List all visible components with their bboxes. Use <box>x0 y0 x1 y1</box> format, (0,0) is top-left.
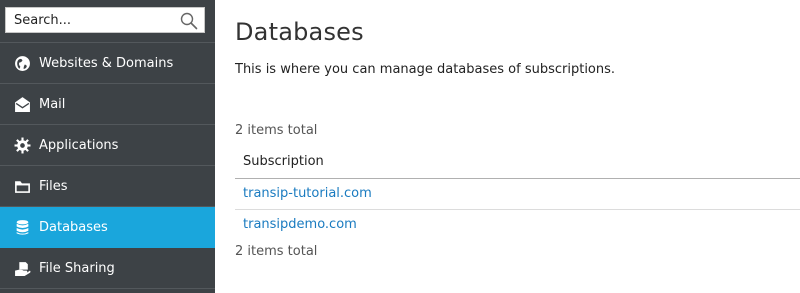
search-area <box>0 0 215 43</box>
database-icon <box>14 219 31 236</box>
items-total-top: 2 items total <box>235 123 318 138</box>
table-header-row: Subscription <box>235 146 800 179</box>
sidebar-item-label: Websites & Domains <box>39 55 174 71</box>
file-sharing-icon <box>14 260 31 277</box>
databases-table: Subscription transip-tutorial.com transi… <box>235 146 800 240</box>
table-row: transip-tutorial.com <box>235 178 800 210</box>
sidebar-item-label: Mail <box>39 96 66 112</box>
sidebar-item-files[interactable]: Files <box>0 166 215 207</box>
sidebar-item-websites-domains[interactable]: Websites & Domains <box>0 43 215 84</box>
search-icon[interactable] <box>179 11 199 31</box>
search-box <box>5 7 205 33</box>
search-input[interactable] <box>6 8 204 32</box>
folder-icon <box>14 178 31 195</box>
sidebar-item-label: Applications <box>39 137 119 153</box>
column-header-subscription[interactable]: Subscription <box>235 146 800 179</box>
sidebar-item-label: File Sharing <box>39 260 115 276</box>
table-cell: transipdemo.com <box>235 209 800 240</box>
sidebar-item-file-sharing[interactable]: File Sharing <box>0 248 215 289</box>
sidebar-item-label: Files <box>39 178 68 194</box>
sidebar-item-mail[interactable]: Mail <box>0 84 215 125</box>
gear-icon <box>14 137 31 154</box>
subscription-link[interactable]: transipdemo.com <box>243 217 357 232</box>
subscription-link[interactable]: transip-tutorial.com <box>243 186 372 201</box>
page-title: Databases <box>235 18 364 46</box>
table-row: transipdemo.com <box>235 209 800 240</box>
sidebar: Websites & Domains Mail Applications <box>0 0 215 293</box>
sidebar-item-label: Databases <box>39 219 108 235</box>
table-cell: transip-tutorial.com <box>235 178 800 210</box>
items-total-bottom: 2 items total <box>235 244 318 259</box>
sidebar-item-databases[interactable]: Databases <box>0 207 215 248</box>
mail-icon <box>14 96 31 113</box>
sidebar-item-applications[interactable]: Applications <box>0 125 215 166</box>
main-content: Databases This is where you can manage d… <box>215 0 800 293</box>
globe-icon <box>14 55 31 72</box>
page-description: This is where you can manage databases o… <box>235 62 616 77</box>
